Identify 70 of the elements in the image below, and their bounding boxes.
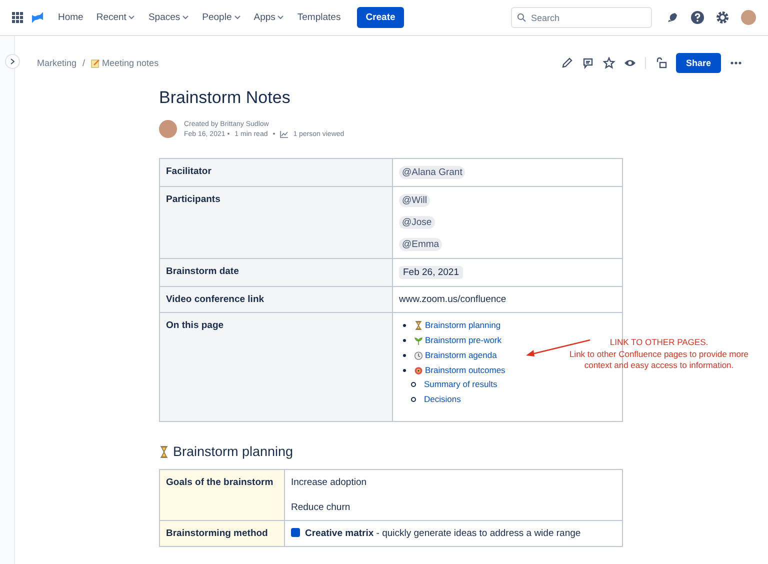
memo-icon [91, 58, 100, 68]
bullet-icon [411, 382, 416, 386]
star-icon[interactable] [602, 57, 615, 69]
user-mention[interactable]: @Jose [399, 216, 435, 229]
user-mention[interactable]: @Alana Grant [399, 166, 466, 179]
annotation-title: LINK TO OTHER PAGES. [608, 337, 710, 348]
page-link[interactable]: Decisions [424, 394, 461, 404]
clock-icon [414, 350, 423, 360]
expand-sidebar-button[interactable] [5, 54, 20, 69]
section-heading: Brainstorm planning [173, 444, 294, 459]
date-lozenge: Feb 26, 2021 [399, 266, 463, 279]
nav-link[interactable]: Apps [254, 12, 284, 23]
breadcrumb-link[interactable]: Meeting notes [102, 58, 159, 68]
grid-icon [12, 12, 23, 23]
hourglass-icon [159, 446, 169, 458]
chevron-right-icon [10, 58, 15, 65]
user-mention[interactable]: @Will [399, 194, 430, 207]
annotation-text: Link to other Confluence pages to provide more context and easy access to information. [568, 348, 750, 372]
checkbox[interactable] [291, 528, 300, 537]
bullet-icon [403, 354, 406, 356]
create-button[interactable]: Create [356, 7, 404, 28]
method-text: Creative matrix - quickly generate ideas to address a wide range [305, 528, 581, 539]
nav-link[interactable]: Templates [297, 12, 341, 23]
pencil-icon[interactable] [560, 57, 573, 69]
chevron-down-icon [234, 15, 241, 20]
bullet-icon [411, 396, 416, 402]
search-icon [517, 13, 526, 22]
share-button[interactable]: Share [676, 53, 721, 73]
table-header-cell: Participants [160, 186, 392, 258]
target-icon [414, 366, 423, 374]
sprout-icon [414, 336, 423, 344]
table-header-cell: Goals of the brainstorm [160, 470, 284, 520]
table-header-cell: Brainstorming method [160, 520, 284, 546]
goal-text: Reduce churn [291, 502, 352, 513]
table-header-cell: Facilitator [160, 158, 392, 186]
page-link[interactable]: Summary of results [424, 379, 498, 389]
chevron-down-icon [128, 15, 136, 20]
table-header-cell: Video conference link [160, 286, 392, 312]
breadcrumb-separator: / [82, 58, 86, 68]
settings-icon [716, 11, 729, 24]
page-link[interactable]: Brainstorm outcomes [425, 365, 506, 375]
bullet-icon [403, 338, 406, 342]
bullet-icon [403, 324, 406, 326]
chevron-down-icon [277, 15, 284, 20]
chart-icon [280, 130, 288, 138]
table-header-cell: On this page [160, 312, 392, 422]
nav-link[interactable]: People [202, 12, 241, 23]
nav-link[interactable]: Recent [96, 12, 136, 23]
author-avatar [159, 120, 177, 138]
page-link[interactable]: Brainstorm planning [425, 320, 501, 330]
chevron-down-icon [182, 15, 190, 20]
nav-link[interactable]: Spaces [148, 12, 190, 23]
user-mention[interactable]: @Emma [399, 238, 442, 251]
bullet-icon [403, 368, 406, 372]
page-link[interactable]: Brainstorm agenda [425, 350, 497, 360]
lock-icon[interactable] [654, 57, 667, 69]
nav-link[interactable]: Home [58, 12, 84, 23]
logo-icon [31, 11, 44, 24]
hourglass-icon [414, 320, 423, 330]
notification-icon [666, 11, 679, 24]
table-header-cell: Brainstorm date [160, 258, 392, 286]
page-link[interactable]: Brainstorm pre-work [425, 335, 502, 345]
comment-icon[interactable] [582, 57, 594, 69]
goal-text: Increase adoption [291, 477, 368, 488]
breadcrumb-link[interactable]: Marketing [37, 58, 77, 68]
search-field[interactable]: Search [511, 7, 652, 28]
help-icon [691, 11, 704, 24]
link-text: www.zoom.us/confluence [399, 294, 506, 305]
eye-icon[interactable] [624, 57, 636, 69]
page-title: Brainstorm Notes [159, 88, 292, 108]
